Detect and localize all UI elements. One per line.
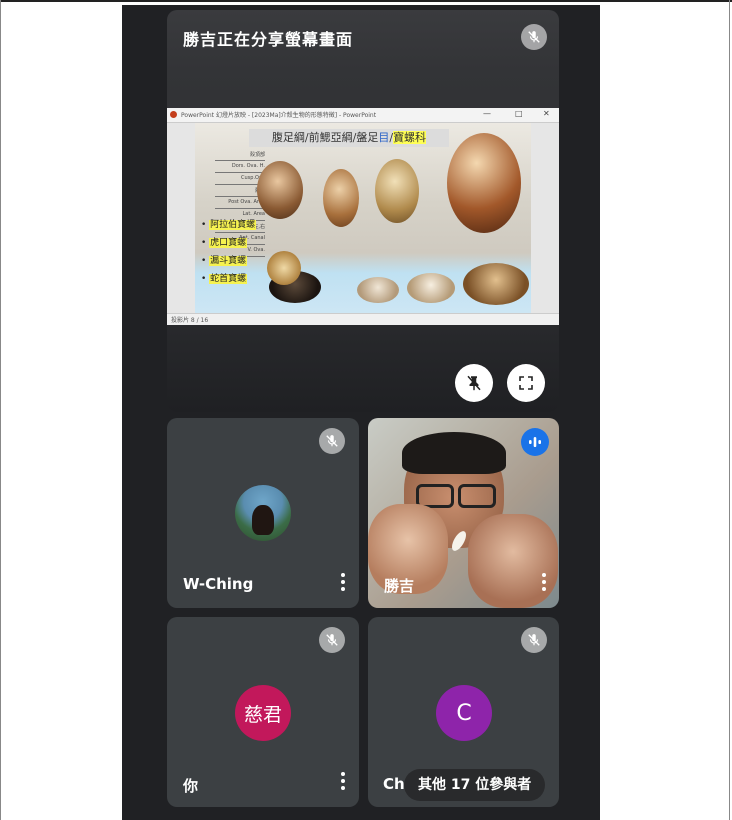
screen-share-title: 勝吉正在分享螢幕畫面: [183, 30, 354, 49]
presentation-statusbar: 投影片 8 / 16: [167, 313, 559, 325]
mic-off-icon: [319, 428, 345, 454]
more-options-icon[interactable]: [541, 573, 547, 591]
minimize-control: —: [483, 109, 491, 118]
fullscreen-button[interactable]: [507, 364, 545, 402]
bullet-item: • 阿拉伯寶螺: [201, 220, 257, 230]
shell-top-view-image: [267, 251, 301, 285]
screen-share-tile[interactable]: 勝吉正在分享螢幕畫面 PowerPoint 幻燈片放映 - [2023Ma]介殼…: [167, 10, 559, 412]
slide-counter: 投影片 8 / 16: [171, 317, 209, 324]
frame-border-left: [0, 0, 1, 820]
mic-off-icon: [521, 24, 547, 50]
presentation-titlebar: PowerPoint 幻燈片放映 - [2023Ma]介殼生物的形態特徵] - …: [167, 108, 559, 123]
mic-off-icon: [521, 627, 547, 653]
shared-presentation: PowerPoint 幻燈片放映 - [2023Ma]介殼生物的形態特徵] - …: [167, 108, 559, 325]
fullscreen-icon: [519, 376, 533, 390]
participant-name: W-Ching: [183, 575, 254, 593]
shell-label: Post Ova. Area: [215, 199, 265, 209]
shell-label: 殼頂部: [215, 151, 265, 161]
avatar-initials: C: [436, 685, 492, 741]
slide-title: 腹足綱/前鰓亞綱/盤足目/寶螺科: [249, 129, 449, 147]
participant-tile-video[interactable]: 勝吉: [368, 418, 559, 608]
mic-off-icon: [319, 627, 345, 653]
meet-screen: 勝吉正在分享螢幕畫面 PowerPoint 幻燈片放映 - [2023Ma]介殼…: [122, 5, 600, 820]
frame-border-top: [0, 0, 732, 2]
close-control: ✕: [543, 109, 550, 118]
unpin-button[interactable]: [455, 364, 493, 402]
participant-name: 勝吉: [384, 577, 415, 595]
cowrie-shell-image: [463, 263, 529, 305]
more-participants-chip[interactable]: 其他 17 位參與者: [404, 769, 546, 801]
bullet-item: • 虎口寶螺: [201, 238, 248, 248]
frame-border-right: [729, 0, 730, 820]
participant-tile[interactable]: 慈君 你: [167, 617, 359, 807]
bullet-item: • 蛇首寶螺: [201, 274, 248, 284]
slide: 腹足綱/前鰓亞綱/盤足目/寶螺科 殼頂部 Dors. Ova. H. Cusp.…: [195, 123, 531, 313]
unpin-icon: [467, 375, 481, 391]
cowrie-shell-image: [357, 277, 399, 303]
bullet-item: • 漏斗寶螺: [201, 256, 248, 266]
cowrie-shell-image: [407, 273, 455, 303]
presentation-window-title: PowerPoint 幻燈片放映 - [2023Ma]介殼生物的形態特徵] - …: [181, 112, 377, 119]
powerpoint-icon: [170, 111, 177, 118]
cowrie-shell-image: [447, 133, 521, 233]
avatar-photo: [235, 485, 291, 541]
participant-name: Ch: [383, 775, 405, 793]
participant-tile[interactable]: W-Ching: [167, 418, 359, 608]
avatar-initials: 慈君: [235, 685, 291, 741]
maximize-control: □: [515, 109, 523, 118]
speaking-indicator-icon: [521, 428, 549, 456]
participant-name: 你: [183, 777, 199, 795]
cowrie-shell-image: [375, 159, 419, 223]
shell-label: Dors. Ova. H.: [215, 163, 265, 173]
cowrie-shell-image: [323, 169, 359, 227]
more-options-icon[interactable]: [340, 772, 346, 790]
more-options-icon[interactable]: [340, 573, 346, 591]
cowrie-shell-image: [257, 161, 303, 219]
